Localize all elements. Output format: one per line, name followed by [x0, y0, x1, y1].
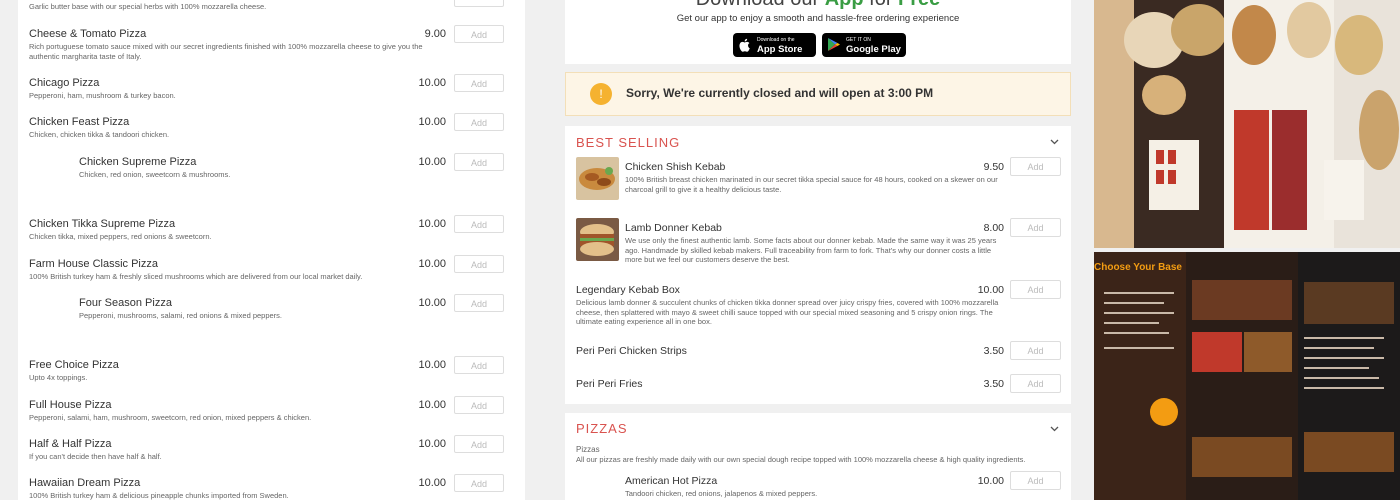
- item-price: 10.00: [418, 218, 446, 230]
- item-description: Upto 4x toppings.: [29, 373, 88, 382]
- item-name: Chicken Tikka Supreme Pizza: [29, 218, 176, 230]
- item-name: American Hot Pizza: [625, 475, 718, 487]
- item-price: 9.50: [983, 161, 1004, 173]
- app-promo-banner: Download our App for Free Get our app to…: [565, 0, 1071, 64]
- title-app: App: [825, 0, 864, 10]
- item-name: Chicken Shish Kebab: [625, 161, 726, 173]
- add-button[interactable]: Add: [454, 74, 504, 92]
- item-description: Delicious lamb donner & succulent chunks…: [576, 298, 999, 326]
- add-button[interactable]: Add: [454, 215, 504, 233]
- item-name: Peri Peri Chicken Strips: [576, 345, 687, 357]
- item-description: Chicken, chicken tikka & tandoori chicke…: [29, 130, 170, 139]
- apple-icon: [739, 38, 750, 52]
- add-button[interactable]: Add: [454, 396, 504, 414]
- item-price: 10.00: [418, 156, 446, 168]
- item-description: Pepperoni, salami, ham, mushroom, sweetc…: [29, 413, 312, 422]
- item-price: 10.00: [418, 438, 446, 450]
- item-name: Legendary Kebab Box: [576, 284, 680, 296]
- item-description: Chicken tikka, mixed peppers, red onions…: [29, 232, 212, 241]
- menu-board-heading: Choose Your Base: [1094, 262, 1182, 273]
- item-description: 100% British turkey ham & freshly sliced…: [29, 272, 363, 281]
- item-price: 10.00: [418, 116, 446, 128]
- add-button[interactable]: Add: [454, 113, 504, 131]
- app-store-button[interactable]: Download on the App Store: [733, 33, 816, 57]
- add-button[interactable]: Add: [1010, 341, 1061, 360]
- section-title: PIZZAS: [576, 421, 628, 436]
- item-description: We use only the finest authentic lamb. S…: [625, 236, 997, 264]
- closed-notice-text: Sorry, We're currently closed and will o…: [626, 86, 934, 100]
- subsection-description: All our pizzas are freshly made daily wi…: [576, 455, 1026, 464]
- add-button[interactable]: Add: [1010, 157, 1061, 176]
- left-menu-panel: Garlic butter base with our special herb…: [18, 0, 525, 500]
- item-name: Lamb Donner Kebab: [625, 222, 722, 234]
- closed-notice: ! Sorry, We're currently closed and will…: [565, 72, 1071, 116]
- add-button[interactable]: Add: [454, 25, 504, 43]
- pizzas-section: PIZZAS Pizzas All our pizzas are freshly…: [565, 413, 1071, 500]
- subsection-title: Pizzas: [576, 445, 600, 454]
- add-button[interactable]: Add: [454, 294, 504, 312]
- add-button[interactable]: Add: [1010, 471, 1061, 490]
- googleplay-big-text: Google Play: [846, 44, 901, 55]
- item-price: 10.00: [418, 477, 446, 489]
- item-description: Garlic butter base with our special herb…: [29, 2, 267, 11]
- shop-photo-drinks: [1094, 0, 1400, 248]
- item-description: If you can't decide then have half & hal…: [29, 452, 162, 461]
- add-button[interactable]: Add: [454, 153, 504, 171]
- title-free: Free: [898, 0, 940, 10]
- item-name: Chicken Feast Pizza: [29, 116, 130, 128]
- item-price: 9.00: [424, 28, 446, 40]
- food-thumbnail: [576, 157, 619, 200]
- chevron-down-icon[interactable]: [1050, 139, 1059, 145]
- add-button[interactable]: [454, 0, 504, 7]
- warning-icon: !: [590, 83, 612, 105]
- item-price: 10.00: [418, 399, 446, 411]
- add-button[interactable]: Add: [1010, 280, 1061, 299]
- item-name: Four Season Pizza: [79, 297, 172, 309]
- item-name: Half & Half Pizza: [29, 438, 112, 450]
- item-name: Farm House Classic Pizza: [29, 258, 158, 270]
- item-name: Cheese & Tomato Pizza: [29, 28, 147, 40]
- item-name: Hawaiian Dream Pizza: [29, 477, 141, 489]
- item-price: 10.00: [418, 359, 446, 371]
- add-button[interactable]: Add: [454, 255, 504, 273]
- app-promo-subtitle: Get our app to enjoy a smooth and hassle…: [676, 13, 960, 24]
- item-price: 3.50: [983, 378, 1004, 390]
- item-price: 10.00: [418, 77, 446, 89]
- best-selling-section: BEST SELLING Chicken Shish Kebab 100% Br…: [565, 126, 1071, 404]
- item-price: 3.50: [983, 345, 1004, 357]
- add-button[interactable]: Add: [454, 435, 504, 453]
- main-menu-panel: Download our App for Free Get our app to…: [547, 0, 1079, 500]
- appstore-big-text: App Store: [757, 44, 803, 55]
- item-name: Free Choice Pizza: [29, 359, 119, 371]
- chevron-down-icon[interactable]: [1050, 426, 1059, 432]
- item-description: 100% British turkey ham & delicious pine…: [29, 491, 289, 500]
- item-description: Chicken, red onion, sweetcorn & mushroom…: [79, 170, 231, 179]
- add-button[interactable]: Add: [1010, 218, 1061, 237]
- item-price: 10.00: [418, 297, 446, 309]
- add-button[interactable]: Add: [1010, 374, 1061, 393]
- title-for: for: [869, 0, 892, 10]
- item-name: Full House Pizza: [29, 399, 112, 411]
- item-name: Chicken Supreme Pizza: [79, 156, 197, 168]
- shop-photo-menu-board: Choose Your Base: [1094, 252, 1400, 500]
- item-description: Pepperoni, mushrooms, salami, red onions…: [79, 311, 283, 320]
- item-price: 8.00: [983, 222, 1004, 234]
- add-button[interactable]: Add: [454, 474, 504, 492]
- item-name: Chicago Pizza: [29, 77, 100, 89]
- item-name: Peri Peri Fries: [576, 378, 643, 390]
- google-play-button[interactable]: GET IT ON Google Play: [822, 33, 906, 57]
- item-price: 10.00: [418, 258, 446, 270]
- google-play-icon: [828, 38, 840, 51]
- item-price: 10.00: [977, 284, 1004, 296]
- item-price: 10.00: [977, 475, 1004, 487]
- item-description: Pepperoni, ham, mushroom & turkey bacon.: [29, 91, 176, 100]
- item-description: 100% British breast chicken marinated in…: [625, 175, 998, 194]
- food-thumbnail: [576, 218, 619, 261]
- item-description: Rich portuguese tomato sauce mixed with …: [29, 42, 423, 61]
- add-button[interactable]: Add: [454, 356, 504, 374]
- app-promo-title: Download our App for Free: [565, 0, 1071, 11]
- section-title: BEST SELLING: [576, 135, 681, 150]
- item-description: Tandoori chicken, red onions, jalapenos …: [625, 489, 818, 498]
- title-prefix: Download our: [696, 0, 819, 10]
